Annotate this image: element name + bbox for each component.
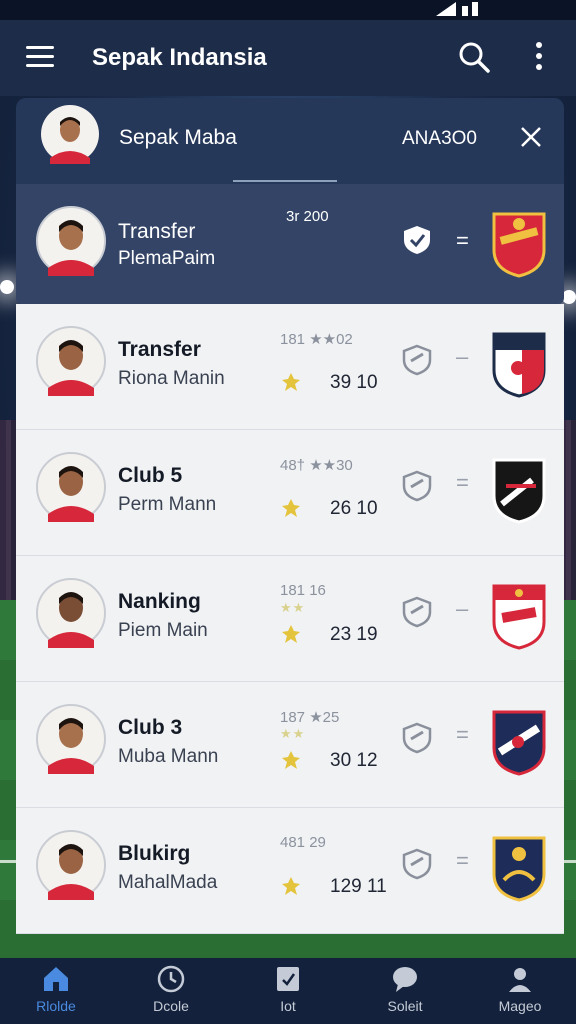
shield-icon[interactable]	[402, 596, 432, 628]
row-value: 26 10	[330, 498, 378, 519]
player-avatar	[36, 206, 106, 276]
list-item[interactable]: Blukirg MahalMada 481 29 129 11 =	[16, 808, 564, 934]
row-value: 39 10	[330, 372, 378, 393]
nav-label: Mageo	[498, 998, 542, 1014]
clock-icon	[157, 965, 185, 993]
app-bar: Sepak Indansia	[0, 20, 576, 96]
row-stat: 48† ★★30	[280, 457, 353, 474]
nav-chat[interactable]: Soleit	[355, 964, 455, 1014]
medal-icon	[282, 373, 300, 391]
signal-icon	[436, 2, 478, 16]
drag-handle[interactable]	[233, 180, 337, 182]
nav-label: Rlolde	[36, 998, 76, 1014]
shield-icon[interactable]	[402, 722, 432, 754]
equals-icon: =	[456, 722, 469, 747]
list-item[interactable]: Nanking Piem Main 181 16 ★★ 23 19 –	[16, 556, 564, 682]
medal-icon	[282, 499, 300, 517]
row-stat: 187 ★25	[280, 709, 340, 726]
row-title: Club 5	[118, 464, 183, 487]
equals-icon: =	[456, 470, 469, 495]
equals-icon: =	[456, 848, 469, 873]
row-subtitle: PlemaPaim	[118, 248, 216, 269]
nav-label: Iot	[280, 998, 296, 1014]
row-value: 23 19	[330, 624, 378, 645]
club-crest-icon	[492, 710, 546, 776]
row-title: Nanking	[118, 590, 201, 613]
list-item[interactable]: Transfer Riona Manin 181 ★★02 39 10 –	[16, 304, 564, 430]
nav-cards[interactable]: Iot	[238, 964, 338, 1014]
player-list: Transfer PlemaPaim 3r 200 = Transfer Rio…	[16, 184, 564, 934]
shield-icon[interactable]	[402, 344, 432, 376]
menu-icon[interactable]	[26, 46, 54, 68]
nav-label: Soleit	[387, 998, 423, 1014]
list-item[interactable]: Transfer PlemaPaim 3r 200 =	[16, 184, 564, 304]
row-subtitle: Perm Mann	[118, 494, 217, 515]
row-title: Transfer	[118, 338, 201, 361]
row-stat: 3r 200	[286, 208, 329, 225]
player-avatar	[41, 105, 99, 164]
shield-icon[interactable]	[402, 470, 432, 502]
row-value: 30 12	[330, 750, 378, 771]
player-avatar	[36, 830, 106, 900]
floodlight	[562, 290, 576, 304]
search-icon[interactable]	[458, 41, 490, 73]
row-stat: 181 16	[280, 582, 326, 599]
row-title: Transfer	[118, 220, 196, 243]
dash-icon: –	[456, 344, 469, 369]
list-item[interactable]: Club 5 Perm Mann 48† ★★30 26 10 =	[16, 430, 564, 556]
club-crest-icon	[492, 332, 546, 398]
home-icon	[44, 967, 68, 991]
nav-home[interactable]: Rlolde	[6, 964, 106, 1014]
close-icon[interactable]	[520, 126, 542, 148]
floodlight	[0, 280, 14, 294]
row-subtitle: Riona Manin	[118, 368, 225, 389]
status-bar	[0, 0, 576, 20]
row-stat: 181 ★★02	[280, 331, 353, 348]
shield-check-icon[interactable]	[402, 224, 432, 256]
app-title: Sepak Indansia	[92, 44, 267, 71]
medal-icon	[282, 877, 300, 895]
medal-icon	[282, 751, 300, 769]
player-avatar	[36, 578, 106, 648]
club-crest-icon	[492, 212, 546, 278]
row-stars: ★★	[280, 600, 306, 615]
row-stars: ★★	[280, 726, 306, 741]
bottom-nav: Rlolde Dcole Iot Soleit Mageo	[0, 958, 576, 1024]
club-crest-icon	[492, 584, 546, 650]
row-subtitle: MahalMada	[118, 872, 218, 893]
player-detail-header: Sepak Maba ANA3O0	[16, 98, 564, 184]
dash-icon: –	[456, 596, 469, 621]
chat-icon	[393, 967, 417, 992]
more-vertical-icon[interactable]	[532, 42, 546, 72]
nav-label: Dcole	[153, 998, 189, 1014]
nav-profile[interactable]: Mageo	[470, 964, 570, 1014]
medal-icon	[282, 625, 300, 643]
player-avatar	[36, 326, 106, 396]
player-code: ANA3O0	[402, 128, 477, 149]
list-item[interactable]: Club 3 Muba Mann 187 ★25 ★★ 30 12 =	[16, 682, 564, 808]
card-icon	[277, 967, 299, 991]
shield-icon[interactable]	[402, 848, 432, 880]
player-name: Sepak Maba	[119, 126, 237, 149]
row-title: Blukirg	[118, 842, 191, 865]
row-value: 129 11	[330, 876, 387, 897]
player-avatar	[36, 704, 106, 774]
nav-schedule[interactable]: Dcole	[121, 964, 221, 1014]
row-stat: 481 29	[280, 834, 326, 851]
row-title: Club 3	[118, 716, 183, 739]
club-crest-icon	[492, 458, 546, 524]
row-subtitle: Muba Mann	[118, 746, 219, 767]
profile-icon	[509, 968, 531, 992]
equals-icon: =	[456, 228, 469, 253]
row-subtitle: Piem Main	[118, 620, 208, 641]
club-crest-icon	[492, 836, 546, 902]
player-avatar	[36, 452, 106, 522]
